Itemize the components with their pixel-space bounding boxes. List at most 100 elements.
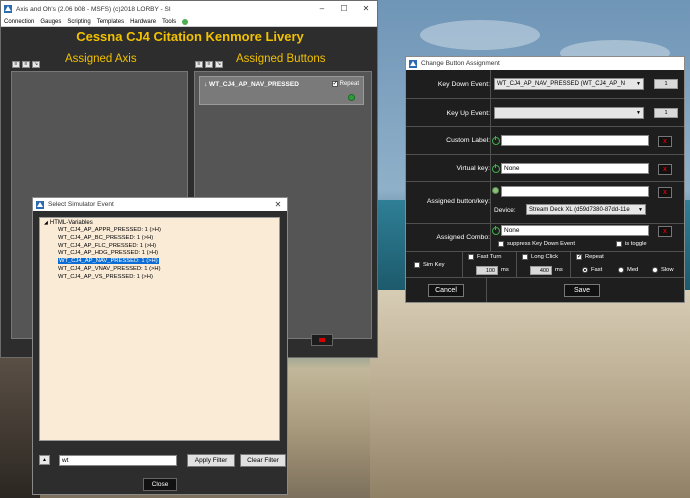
event-item[interactable]: WT_CJ4_AP_VS_PRESSED: 1 (>H) bbox=[58, 274, 275, 282]
event-item[interactable]: WT_CJ4_AP_APPR_PRESSED: 1 (>H) bbox=[58, 227, 275, 235]
custom-label-label: Custom Label: bbox=[446, 137, 490, 144]
grid-view-icon[interactable]: ≡ bbox=[205, 61, 213, 68]
close-icon[interactable]: ✕ bbox=[355, 1, 377, 17]
options-divider bbox=[462, 252, 463, 277]
suppress-label: suppress Key Down Event bbox=[507, 241, 575, 247]
options-divider bbox=[486, 278, 487, 302]
key-down-count[interactable]: 1 bbox=[654, 79, 678, 89]
tree-root-node[interactable]: ◢ HTML-Variables bbox=[44, 220, 275, 226]
event-item-selected[interactable]: WT_CJ4_AP_NAV_PRESSED: 1 (>H) bbox=[58, 258, 275, 266]
event-item[interactable]: WT_CJ4_AP_FLC_PRESSED: 1 (>H) bbox=[58, 243, 275, 251]
radio-slow[interactable] bbox=[652, 267, 658, 273]
menu-hardware[interactable]: Hardware bbox=[130, 19, 156, 25]
key-up-count[interactable]: 1 bbox=[654, 108, 678, 118]
repeat-option-toggle[interactable]: Repeat bbox=[576, 253, 604, 260]
assigned-button-input[interactable] bbox=[501, 186, 649, 197]
virtual-key-input[interactable]: None bbox=[501, 163, 649, 174]
repeat-option-label: Repeat bbox=[585, 254, 604, 260]
power-icon[interactable] bbox=[492, 164, 500, 173]
apply-filter-button[interactable]: Apply Filter bbox=[187, 454, 235, 467]
fast-turn-checkbox[interactable] bbox=[468, 254, 474, 260]
is-toggle-toggle[interactable]: is toggle bbox=[616, 241, 647, 247]
close-icon[interactable]: ✕ bbox=[269, 200, 287, 209]
speed-med-label: Med bbox=[627, 267, 639, 273]
event-item[interactable]: WT_CJ4_AP_BC_PRESSED: 1 (>H) bbox=[58, 235, 275, 243]
menu-connection[interactable]: Connection bbox=[4, 19, 34, 25]
power-icon[interactable] bbox=[492, 226, 500, 235]
clear-custom-label-button[interactable]: x bbox=[658, 136, 672, 147]
minimize-icon[interactable]: – bbox=[311, 1, 333, 17]
fast-turn-toggle[interactable]: Fast Turn bbox=[468, 254, 501, 260]
custom-label-input[interactable] bbox=[501, 135, 649, 146]
repeat-toggle[interactable]: Repeat bbox=[331, 80, 359, 87]
button-assignment-card[interactable]: ↓ WT_CJ4_AP_NAV_PRESSED Repeat bbox=[199, 76, 364, 105]
device-dropdown[interactable]: Stream Deck XL (d59d7380-87dd-11e ▼ bbox=[526, 204, 646, 215]
fast-turn-ms-input[interactable]: 100 bbox=[476, 266, 498, 275]
speed-slow-radio[interactable]: Slow bbox=[652, 267, 674, 273]
event-item[interactable]: WT_CJ4_AP_HDG_PRESSED: 1 (>H) bbox=[58, 250, 275, 258]
tree-root-label: HTML-Variables bbox=[49, 220, 93, 226]
speed-med-radio[interactable]: Med bbox=[618, 267, 638, 273]
speed-fast-label: Fast bbox=[591, 267, 603, 273]
sort-up-button[interactable]: ▲ bbox=[39, 455, 50, 465]
suppress-checkbox[interactable] bbox=[498, 241, 504, 247]
is-toggle-label: is toggle bbox=[625, 241, 647, 247]
sim-key-toggle[interactable]: Sim Key bbox=[414, 262, 445, 268]
grid-view-icon[interactable]: ≡ bbox=[22, 61, 30, 68]
filter-input[interactable]: wt bbox=[59, 455, 177, 466]
long-click-toggle[interactable]: Long Click bbox=[522, 254, 558, 260]
device-label: Device: bbox=[494, 207, 516, 214]
expand-triangle-icon[interactable]: ◢ bbox=[44, 220, 48, 226]
close-button[interactable]: Close bbox=[143, 478, 177, 491]
custom-label-row: Custom Label: x bbox=[406, 127, 684, 155]
key-down-label: Key Down Event: bbox=[437, 81, 490, 88]
main-titlebar[interactable]: Axis and Oh's (2.06 b08 - MSFS) (c)2018 … bbox=[1, 1, 377, 17]
event-tree[interactable]: ◢ HTML-Variables WT_CJ4_AP_APPR_PRESSED:… bbox=[39, 217, 280, 441]
app-icon bbox=[4, 5, 12, 13]
long-click-checkbox[interactable] bbox=[522, 254, 528, 260]
suppress-keydown-toggle[interactable]: suppress Key Down Event bbox=[498, 241, 575, 247]
key-down-dropdown[interactable]: WT_CJ4_AP_NAV_PRESSED (WT_CJ4_AP_N ▼ bbox=[494, 78, 644, 90]
list-view-icon[interactable]: ≡ bbox=[195, 61, 203, 68]
assigned-buttons-title: Assigned Buttons bbox=[236, 53, 326, 65]
event-item[interactable]: WT_CJ4_AP_VNAV_PRESSED: 1 (>H) bbox=[58, 266, 275, 274]
assigned-combo-input[interactable]: None bbox=[501, 225, 649, 236]
menu-gauges[interactable]: Gauges bbox=[40, 19, 61, 25]
assigned-combo-row: Assigned Combo: None x suppress Key Down… bbox=[406, 224, 684, 252]
change-assignment-titlebar[interactable]: Change Button Assignment bbox=[406, 57, 684, 70]
key-up-dropdown[interactable]: ▼ bbox=[494, 107, 644, 119]
radio-med[interactable] bbox=[618, 267, 624, 273]
clear-filter-button[interactable]: Clear Filter bbox=[240, 454, 286, 467]
clear-combo-button[interactable]: x bbox=[658, 226, 672, 237]
ms-unit-label: ms bbox=[501, 267, 509, 273]
cancel-button[interactable]: Cancel bbox=[428, 284, 464, 297]
chevron-down-icon: ▼ bbox=[636, 110, 641, 116]
delete-button[interactable] bbox=[311, 334, 333, 346]
edit-icon[interactable]: ↘ bbox=[32, 61, 40, 68]
maximize-icon[interactable]: ☐ bbox=[333, 1, 355, 17]
row-divider bbox=[490, 99, 491, 126]
key-up-row: Key Up Event: ▼ 1 bbox=[406, 99, 684, 127]
repeat-option-checkbox[interactable] bbox=[576, 253, 582, 260]
long-click-ms-input[interactable]: 400 bbox=[530, 266, 552, 275]
sim-key-checkbox[interactable] bbox=[414, 262, 420, 268]
save-button[interactable]: Save bbox=[564, 284, 600, 297]
list-view-icon[interactable]: ≡ bbox=[12, 61, 20, 68]
menu-scripting[interactable]: Scripting bbox=[67, 19, 90, 25]
power-icon[interactable] bbox=[492, 136, 500, 145]
long-click-label: Long Click bbox=[531, 254, 559, 260]
repeat-label: Repeat bbox=[339, 81, 359, 87]
select-event-titlebar[interactable]: Select Simulator Event ✕ bbox=[33, 198, 287, 211]
edit-icon[interactable]: ↘ bbox=[215, 61, 223, 68]
is-toggle-checkbox[interactable] bbox=[616, 241, 622, 247]
radio-fast[interactable] bbox=[582, 267, 588, 273]
menu-tools[interactable]: Tools bbox=[162, 19, 176, 25]
repeat-checkbox[interactable] bbox=[331, 80, 338, 87]
axis-toolbar: ≡ ≡ ↘ bbox=[12, 61, 40, 68]
speed-fast-radio[interactable]: Fast bbox=[582, 267, 602, 273]
clear-virtual-key-button[interactable]: x bbox=[658, 164, 672, 175]
change-assignment-title: Change Button Assignment bbox=[421, 60, 500, 67]
menu-templates[interactable]: Templates bbox=[97, 19, 124, 25]
clear-assigned-button-button[interactable]: x bbox=[658, 187, 672, 198]
row-divider bbox=[490, 155, 491, 181]
